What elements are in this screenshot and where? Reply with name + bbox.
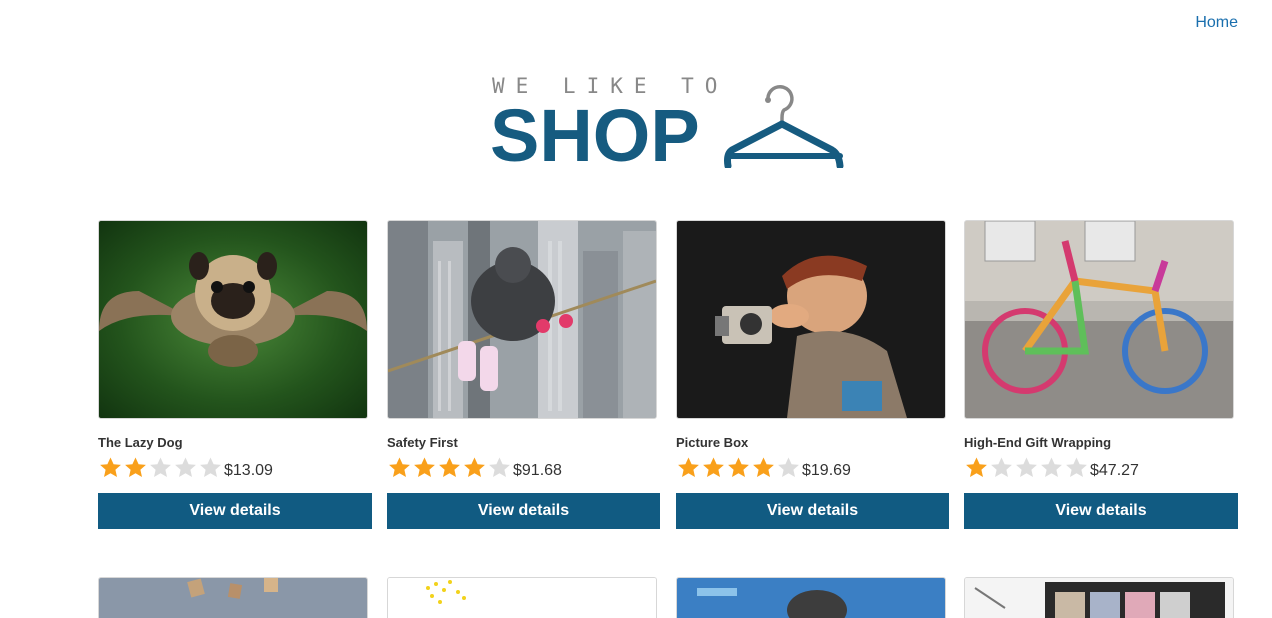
product-image[interactable]: [964, 220, 1234, 419]
star-filled-icon: [439, 457, 460, 477]
star-empty-icon: [1016, 457, 1037, 477]
product-title[interactable]: Safety First: [387, 435, 458, 450]
star-filled-icon: [464, 457, 485, 477]
view-details-button[interactable]: View details: [964, 493, 1238, 529]
star-empty-icon: [1041, 457, 1062, 477]
product-image[interactable]: [676, 220, 946, 419]
site-logo[interactable]: WE LIKE TO SHOP: [488, 72, 848, 176]
logo-brand: SHOP: [490, 94, 700, 177]
star-filled-icon: [100, 457, 121, 477]
star-empty-icon: [200, 457, 221, 477]
star-filled-icon: [389, 457, 410, 477]
product-price: $13.09: [224, 462, 273, 479]
product-price: $19.69: [802, 462, 851, 479]
star-empty-icon: [489, 457, 510, 477]
star-filled-icon: [753, 457, 774, 477]
product-title[interactable]: High-End Gift Wrapping: [964, 435, 1111, 450]
star-empty-icon: [150, 457, 171, 477]
product-title[interactable]: The Lazy Dog: [98, 435, 183, 450]
top-nav: Home: [1195, 14, 1238, 32]
star-empty-icon: [175, 457, 196, 477]
star-filled-icon: [966, 457, 987, 477]
star-rating: [676, 454, 801, 480]
star-empty-icon: [991, 457, 1012, 477]
star-filled-icon: [703, 457, 724, 477]
star-rating: [387, 454, 512, 480]
view-details-button[interactable]: View details: [98, 493, 372, 529]
product-price: $91.68: [513, 462, 562, 479]
star-rating: [98, 454, 223, 480]
star-empty-icon: [1066, 457, 1087, 477]
star-rating: [964, 454, 1089, 480]
star-empty-icon: [778, 457, 799, 477]
product-price: $47.27: [1090, 462, 1139, 479]
star-filled-icon: [728, 457, 749, 477]
star-filled-icon: [125, 457, 146, 477]
view-details-button[interactable]: View details: [387, 493, 660, 529]
star-filled-icon: [678, 457, 699, 477]
home-link[interactable]: Home: [1195, 14, 1238, 31]
view-details-button[interactable]: View details: [676, 493, 949, 529]
product-image[interactable]: [98, 220, 368, 419]
product-title[interactable]: Picture Box: [676, 435, 748, 450]
hanger-icon: [724, 84, 844, 168]
product-image[interactable]: [387, 220, 657, 419]
star-filled-icon: [414, 457, 435, 477]
